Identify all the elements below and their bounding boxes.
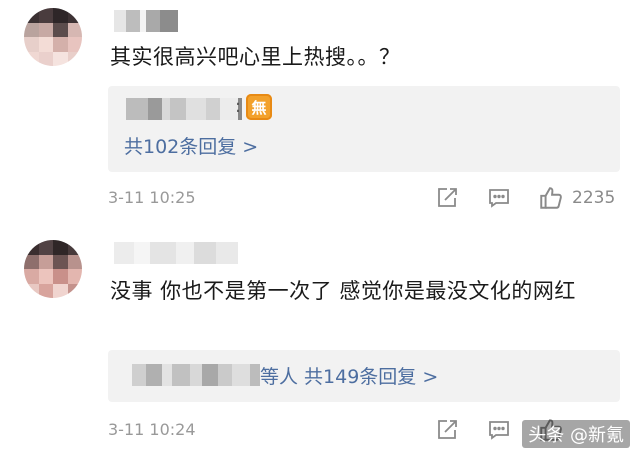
avatar[interactable]: [24, 8, 82, 66]
reply-preview[interactable]: 等人 共149条回复 >: [108, 350, 620, 402]
share-icon[interactable]: [435, 418, 459, 442]
comment-icon[interactable]: [487, 186, 511, 210]
username[interactable]: [114, 10, 178, 32]
reply-preview[interactable]: : 無 共102条回复 >: [108, 86, 620, 172]
reply-username[interactable]: [132, 364, 260, 386]
reply-separator: :: [235, 96, 242, 117]
comment-text: 其实很高兴吧心里上热搜。。？: [110, 45, 401, 69]
timestamp: 3-11 10:24: [108, 420, 196, 439]
timestamp: 3-11 10:25: [108, 188, 196, 207]
like-count: 2235: [572, 188, 616, 208]
comment-text: 没事 你也不是第一次了 感觉你是最没文化的网红: [110, 279, 576, 303]
wu-badge-icon: 無: [246, 94, 272, 120]
username[interactable]: [114, 242, 238, 264]
comment-icon[interactable]: [487, 418, 511, 442]
reply-username[interactable]: [126, 98, 242, 120]
reply-count-link[interactable]: 共102条回复 >: [124, 132, 258, 159]
avatar[interactable]: [24, 240, 82, 298]
comment-item: 其实很高兴吧心里上热搜。。？ : 無 共102条回复 > 3-11 10:25 …: [0, 0, 640, 215]
like-icon[interactable]: [538, 185, 564, 211]
share-icon[interactable]: [435, 186, 459, 210]
reply-count-link[interactable]: 等人 共149条回复 >: [260, 362, 438, 389]
watermark: 头条 @新氪: [522, 420, 630, 448]
